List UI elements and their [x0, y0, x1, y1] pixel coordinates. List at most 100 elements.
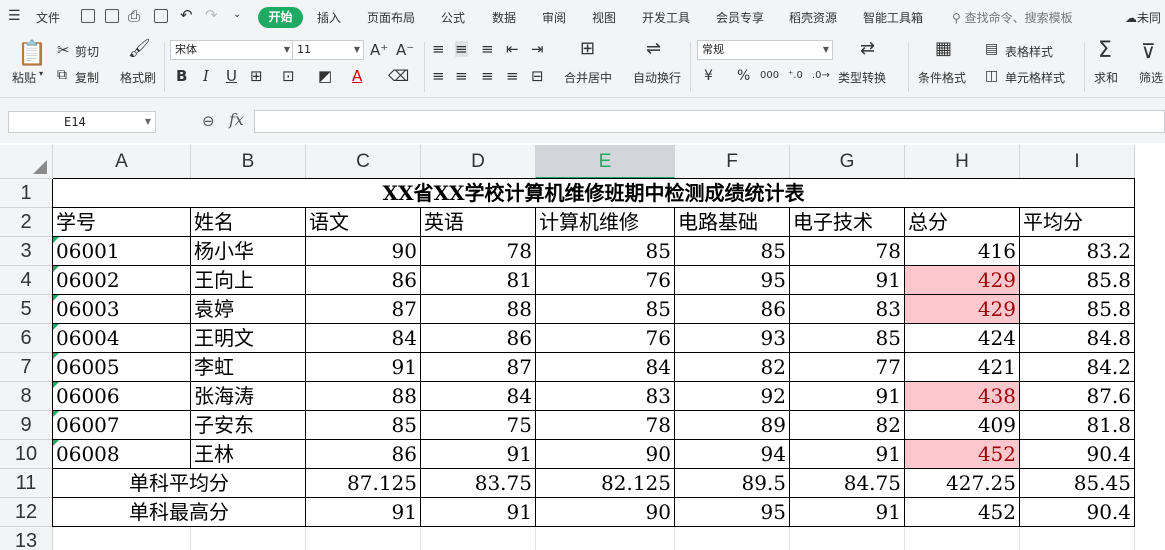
cut-button[interactable]: 剪切: [75, 43, 99, 60]
score-cell[interactable]: 78: [790, 237, 905, 266]
header-cell[interactable]: 电子技术: [790, 208, 905, 237]
score-cell[interactable]: 78: [536, 411, 675, 440]
total-score-cell[interactable]: 424: [905, 324, 1020, 353]
score-cell[interactable]: 86: [306, 440, 421, 469]
score-cell[interactable]: 86: [306, 266, 421, 295]
summary-value-cell[interactable]: 91: [790, 498, 905, 527]
score-cell[interactable]: 83: [536, 382, 675, 411]
hamburger-icon[interactable]: ☰: [8, 8, 21, 24]
empty-cell[interactable]: [790, 527, 905, 550]
row-header-6[interactable]: 6: [0, 324, 53, 353]
percent-button[interactable]: %: [737, 68, 750, 84]
zoom-icon[interactable]: ⊖: [202, 112, 215, 130]
summary-value-cell[interactable]: 95: [675, 498, 790, 527]
score-cell[interactable]: 75: [421, 411, 536, 440]
column-header-f[interactable]: F: [675, 145, 790, 179]
score-cell[interactable]: 76: [536, 266, 675, 295]
align-center-icon[interactable]: ≡: [455, 68, 468, 84]
total-score-cell[interactable]: 421: [905, 353, 1020, 382]
italic-button[interactable]: I: [203, 68, 209, 84]
score-cell[interactable]: 95: [675, 266, 790, 295]
row-header-7[interactable]: 7: [0, 353, 53, 382]
score-cell[interactable]: 82: [790, 411, 905, 440]
score-cell[interactable]: 90: [306, 237, 421, 266]
student-id-cell[interactable]: 06001: [53, 237, 191, 266]
tab-page-layout[interactable]: 页面布局: [367, 9, 415, 26]
align-bottom-icon[interactable]: ≡: [481, 41, 494, 57]
student-name-cell[interactable]: 李虹: [191, 353, 306, 382]
average-score-cell[interactable]: 87.6: [1020, 382, 1135, 411]
currency-button[interactable]: ¥: [704, 68, 713, 84]
underline-button[interactable]: U: [226, 68, 237, 84]
tab-formulas[interactable]: 公式: [441, 9, 465, 26]
name-box[interactable]: E14 ▼: [8, 111, 156, 133]
row-header-4[interactable]: 4: [0, 266, 53, 295]
merge-center-button[interactable]: 合并居中: [564, 69, 612, 86]
header-cell[interactable]: 平均分: [1020, 208, 1135, 237]
summary-value-cell[interactable]: 82.125: [536, 469, 675, 498]
column-header-c[interactable]: C: [306, 145, 421, 179]
tab-member[interactable]: 会员专享: [716, 9, 764, 26]
summary-value-cell[interactable]: 84.75: [790, 469, 905, 498]
score-cell[interactable]: 84: [421, 382, 536, 411]
tab-review[interactable]: 审阅: [542, 9, 566, 26]
paste-button[interactable]: 粘贴: [12, 69, 36, 86]
filter-button[interactable]: 筛选: [1139, 69, 1163, 86]
score-cell[interactable]: 86: [421, 324, 536, 353]
student-name-cell[interactable]: 王向上: [191, 266, 306, 295]
summary-value-cell[interactable]: 83.75: [421, 469, 536, 498]
header-cell[interactable]: 电路基础: [675, 208, 790, 237]
header-cell[interactable]: 语文: [306, 208, 421, 237]
student-name-cell[interactable]: 王明文: [191, 324, 306, 353]
score-cell[interactable]: 91: [790, 382, 905, 411]
thousands-button[interactable]: 000: [760, 68, 779, 84]
paste-icon[interactable]: 📋: [17, 40, 47, 66]
score-cell[interactable]: 90: [536, 440, 675, 469]
score-cell[interactable]: 87: [421, 353, 536, 382]
student-id-cell[interactable]: 06005: [53, 353, 191, 382]
row-header-5[interactable]: 5: [0, 295, 53, 324]
score-cell[interactable]: 91: [306, 353, 421, 382]
score-cell[interactable]: 91: [790, 266, 905, 295]
score-cell[interactable]: 85: [790, 324, 905, 353]
row-header-3[interactable]: 3: [0, 237, 53, 266]
header-cell[interactable]: 姓名: [191, 208, 306, 237]
summary-value-cell[interactable]: 85.45: [1020, 469, 1135, 498]
score-cell[interactable]: 85: [536, 237, 675, 266]
empty-cell[interactable]: [905, 527, 1020, 550]
score-cell[interactable]: 91: [790, 440, 905, 469]
command-search[interactable]: ⚲ 查找命令、搜索模板: [952, 9, 1073, 26]
quick-access-dropdown-icon[interactable]: ⌄: [233, 9, 241, 20]
header-cell[interactable]: 计算机维修: [536, 208, 675, 237]
score-cell[interactable]: 83: [790, 295, 905, 324]
format-painter-button[interactable]: 格式刷: [120, 69, 156, 86]
empty-cell[interactable]: [675, 527, 790, 550]
column-header-a[interactable]: A: [53, 145, 191, 179]
score-cell[interactable]: 78: [421, 237, 536, 266]
cell-style-button[interactable]: 单元格样式: [1005, 69, 1065, 86]
score-cell[interactable]: 88: [306, 382, 421, 411]
print-icon[interactable]: ⎙: [128, 7, 140, 25]
average-score-cell[interactable]: 84.8: [1020, 324, 1135, 353]
tab-data[interactable]: 数据: [492, 9, 516, 26]
summary-value-cell[interactable]: 91: [306, 498, 421, 527]
average-score-cell[interactable]: 84.2: [1020, 353, 1135, 382]
undo-icon[interactable]: ↶: [180, 6, 193, 24]
empty-cell[interactable]: [421, 527, 536, 550]
score-cell[interactable]: 88: [421, 295, 536, 324]
student-name-cell[interactable]: 王林: [191, 440, 306, 469]
font-name-select[interactable]: 宋体 ▼: [170, 40, 294, 60]
print-preview-icon[interactable]: [154, 9, 168, 23]
column-header-d[interactable]: D: [421, 145, 536, 179]
empty-cell[interactable]: [306, 527, 421, 550]
decrease-indent-icon[interactable]: ⇤: [506, 41, 519, 57]
score-cell[interactable]: 86: [675, 295, 790, 324]
save-icon[interactable]: [81, 9, 95, 23]
summary-value-cell[interactable]: 89.5: [675, 469, 790, 498]
column-header-e[interactable]: E: [536, 145, 675, 179]
score-cell[interactable]: 82: [675, 353, 790, 382]
export-icon[interactable]: [105, 9, 119, 23]
summary-label-cell[interactable]: 单科最高分: [53, 498, 306, 527]
increase-font-icon[interactable]: A⁺: [370, 42, 388, 58]
copy-button[interactable]: 复制: [75, 69, 99, 86]
